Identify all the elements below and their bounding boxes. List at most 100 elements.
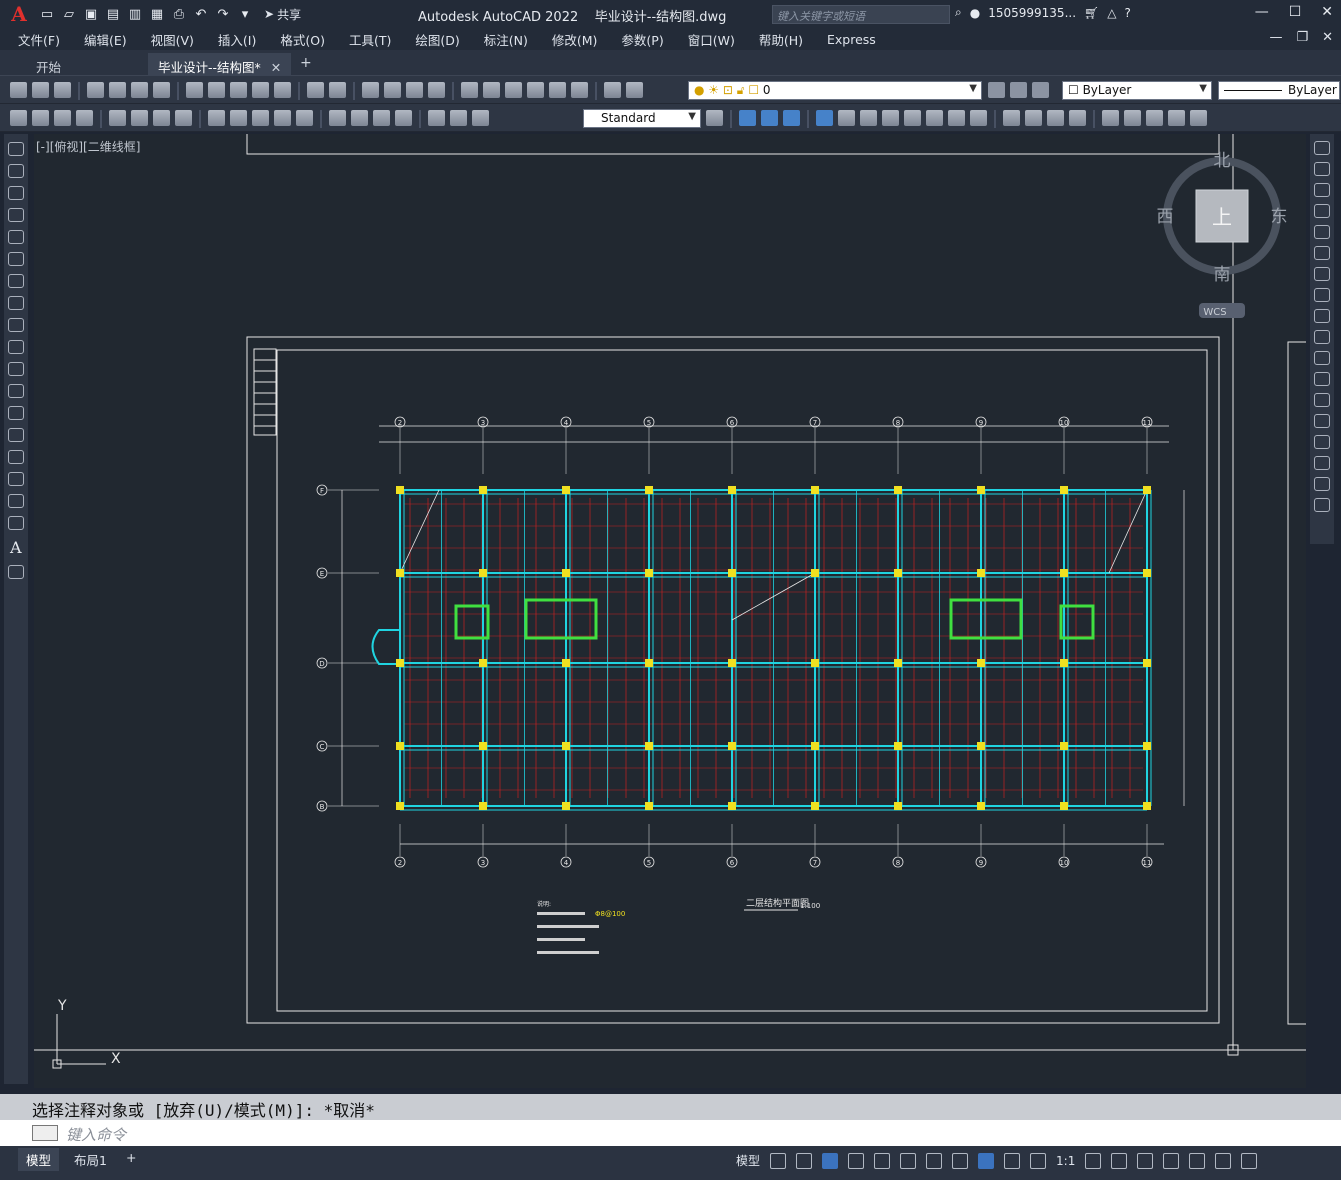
undo-icon[interactable]: ↶ bbox=[192, 6, 210, 22]
zoom-realtime-icon[interactable] bbox=[384, 82, 401, 98]
menu-modify[interactable]: 修改(M) bbox=[552, 30, 598, 49]
fullscreen-icon[interactable] bbox=[1215, 1152, 1232, 1169]
break-icon[interactable] bbox=[1314, 393, 1330, 407]
menu-dimension[interactable]: 标注(N) bbox=[484, 30, 528, 49]
rotate-icon[interactable] bbox=[1314, 267, 1330, 281]
copy-object-icon[interactable] bbox=[1314, 162, 1330, 176]
publish-icon[interactable] bbox=[131, 82, 148, 98]
menu-help[interactable]: 帮助(H) bbox=[759, 30, 803, 49]
cart-icon[interactable]: 🛒︎ bbox=[1084, 6, 1099, 20]
intersect-icon[interactable] bbox=[783, 110, 800, 126]
make-block-icon[interactable] bbox=[8, 406, 24, 420]
sheet-set-icon[interactable] bbox=[527, 82, 544, 98]
user-icon[interactable]: ● bbox=[970, 6, 980, 20]
isodraft-icon[interactable] bbox=[874, 1152, 891, 1169]
menu-express[interactable]: Express bbox=[827, 32, 876, 47]
layer-states-icon[interactable] bbox=[1032, 82, 1049, 98]
redo-toolbar-icon[interactable] bbox=[329, 82, 346, 98]
clean-icon[interactable] bbox=[1025, 110, 1042, 126]
viewcube-east[interactable]: 东 bbox=[1271, 207, 1288, 227]
dimstyle-manager-icon[interactable] bbox=[706, 110, 723, 126]
extend-icon[interactable] bbox=[1314, 351, 1330, 365]
slice-icon[interactable] bbox=[1146, 110, 1163, 126]
grid-icon[interactable] bbox=[770, 1152, 787, 1169]
taper-face-icon[interactable] bbox=[926, 110, 943, 126]
redo-icon[interactable]: ↷ bbox=[214, 6, 232, 22]
make-current-layer-icon[interactable] bbox=[988, 82, 1005, 98]
open-from-web-icon[interactable]: ▥ bbox=[126, 6, 144, 22]
minimize-icon[interactable]: — bbox=[1255, 4, 1269, 20]
command-line[interactable]: 键入命令 bbox=[0, 1120, 1341, 1146]
color-dropdown[interactable]: ☐ ByLayer ▼ bbox=[1062, 81, 1212, 100]
menu-draw[interactable]: 绘图(D) bbox=[415, 30, 459, 49]
save-toolbar-icon[interactable] bbox=[54, 82, 71, 98]
rectangle-icon[interactable] bbox=[8, 230, 24, 244]
zoom-window-icon[interactable] bbox=[406, 82, 423, 98]
auto-scale-icon[interactable] bbox=[1004, 1152, 1021, 1169]
wcs-menu[interactable]: WCS bbox=[1203, 307, 1226, 318]
dim-jogged-icon[interactable] bbox=[131, 110, 148, 126]
plot-icon[interactable]: ⎙ bbox=[170, 6, 188, 22]
match-properties-icon[interactable] bbox=[252, 82, 269, 98]
print-icon[interactable] bbox=[87, 82, 104, 98]
properties-icon[interactable] bbox=[461, 82, 478, 98]
cut-icon[interactable] bbox=[186, 82, 203, 98]
drawing-canvas[interactable]: 223344556677889910101111FEDCB说明:Φ8@100二层… bbox=[34, 134, 1306, 1088]
imprint-icon[interactable] bbox=[1003, 110, 1020, 126]
maximize-icon[interactable]: ☐ bbox=[1289, 4, 1302, 20]
calculator-icon[interactable] bbox=[571, 82, 588, 98]
dim-text-edit-icon[interactable] bbox=[450, 110, 467, 126]
open-file-icon[interactable]: ▱ bbox=[60, 6, 78, 22]
hatch-icon[interactable] bbox=[8, 450, 24, 464]
3d-print-icon[interactable] bbox=[153, 82, 170, 98]
menu-edit[interactable]: 编辑(E) bbox=[84, 30, 127, 49]
save-icon[interactable]: ▣ bbox=[82, 6, 100, 22]
scale-icon[interactable] bbox=[1314, 288, 1330, 302]
color-face-icon[interactable] bbox=[970, 110, 987, 126]
osnap-icon[interactable] bbox=[926, 1152, 943, 1169]
undo-toolbar-icon[interactable] bbox=[307, 82, 324, 98]
snap-icon[interactable] bbox=[796, 1152, 813, 1169]
offset-face-icon[interactable] bbox=[860, 110, 877, 126]
autodesk-app-icon[interactable]: △ bbox=[1107, 6, 1116, 20]
union-icon[interactable] bbox=[739, 110, 756, 126]
join-icon[interactable] bbox=[1314, 414, 1330, 428]
line-icon[interactable] bbox=[8, 142, 24, 156]
dim-space-icon[interactable] bbox=[274, 110, 291, 126]
units-icon[interactable] bbox=[1137, 1152, 1154, 1169]
help-icon[interactable]: ? bbox=[1124, 6, 1130, 20]
layer-properties-icon[interactable] bbox=[626, 82, 643, 98]
lineweight-icon[interactable] bbox=[952, 1152, 969, 1169]
menu-tools[interactable]: 工具(T) bbox=[349, 30, 391, 49]
subtract-icon[interactable] bbox=[761, 110, 778, 126]
dim-break-icon[interactable] bbox=[296, 110, 313, 126]
object-track-icon[interactable] bbox=[900, 1152, 917, 1169]
menu-insert[interactable]: 插入(I) bbox=[218, 30, 256, 49]
stretch-icon[interactable] bbox=[1314, 309, 1330, 323]
interfere-icon[interactable] bbox=[1190, 110, 1207, 126]
add-selected-icon[interactable] bbox=[8, 565, 24, 579]
center-mark-icon[interactable] bbox=[351, 110, 368, 126]
shell-icon[interactable] bbox=[1069, 110, 1086, 126]
search-icon[interactable]: ⌕ bbox=[955, 5, 962, 20]
mirror-icon[interactable] bbox=[1314, 183, 1330, 197]
new-tab-icon[interactable]: + bbox=[300, 55, 312, 71]
gradient-icon[interactable] bbox=[8, 472, 24, 486]
circle-icon[interactable] bbox=[8, 274, 24, 288]
rotate-face-icon[interactable] bbox=[904, 110, 921, 126]
dim-diameter-icon[interactable] bbox=[153, 110, 170, 126]
blend-curves-icon[interactable] bbox=[1314, 477, 1330, 491]
polygon-icon[interactable] bbox=[8, 208, 24, 222]
revision-cloud-icon[interactable] bbox=[8, 296, 24, 310]
explode-icon[interactable] bbox=[1314, 498, 1330, 512]
ortho-icon[interactable] bbox=[822, 1152, 839, 1169]
tab-model[interactable]: 模型 bbox=[18, 1148, 60, 1171]
help-toolbar-icon[interactable] bbox=[604, 82, 621, 98]
viewcube-top-face[interactable]: 上 bbox=[1212, 205, 1232, 229]
region-icon[interactable] bbox=[8, 494, 24, 508]
chamfer-icon[interactable] bbox=[1314, 435, 1330, 449]
workspace-gear-icon[interactable] bbox=[1085, 1152, 1102, 1169]
mtext-icon[interactable]: A bbox=[4, 538, 28, 557]
solid-edit-icon[interactable] bbox=[1124, 110, 1141, 126]
break-at-point-icon[interactable] bbox=[1314, 372, 1330, 386]
